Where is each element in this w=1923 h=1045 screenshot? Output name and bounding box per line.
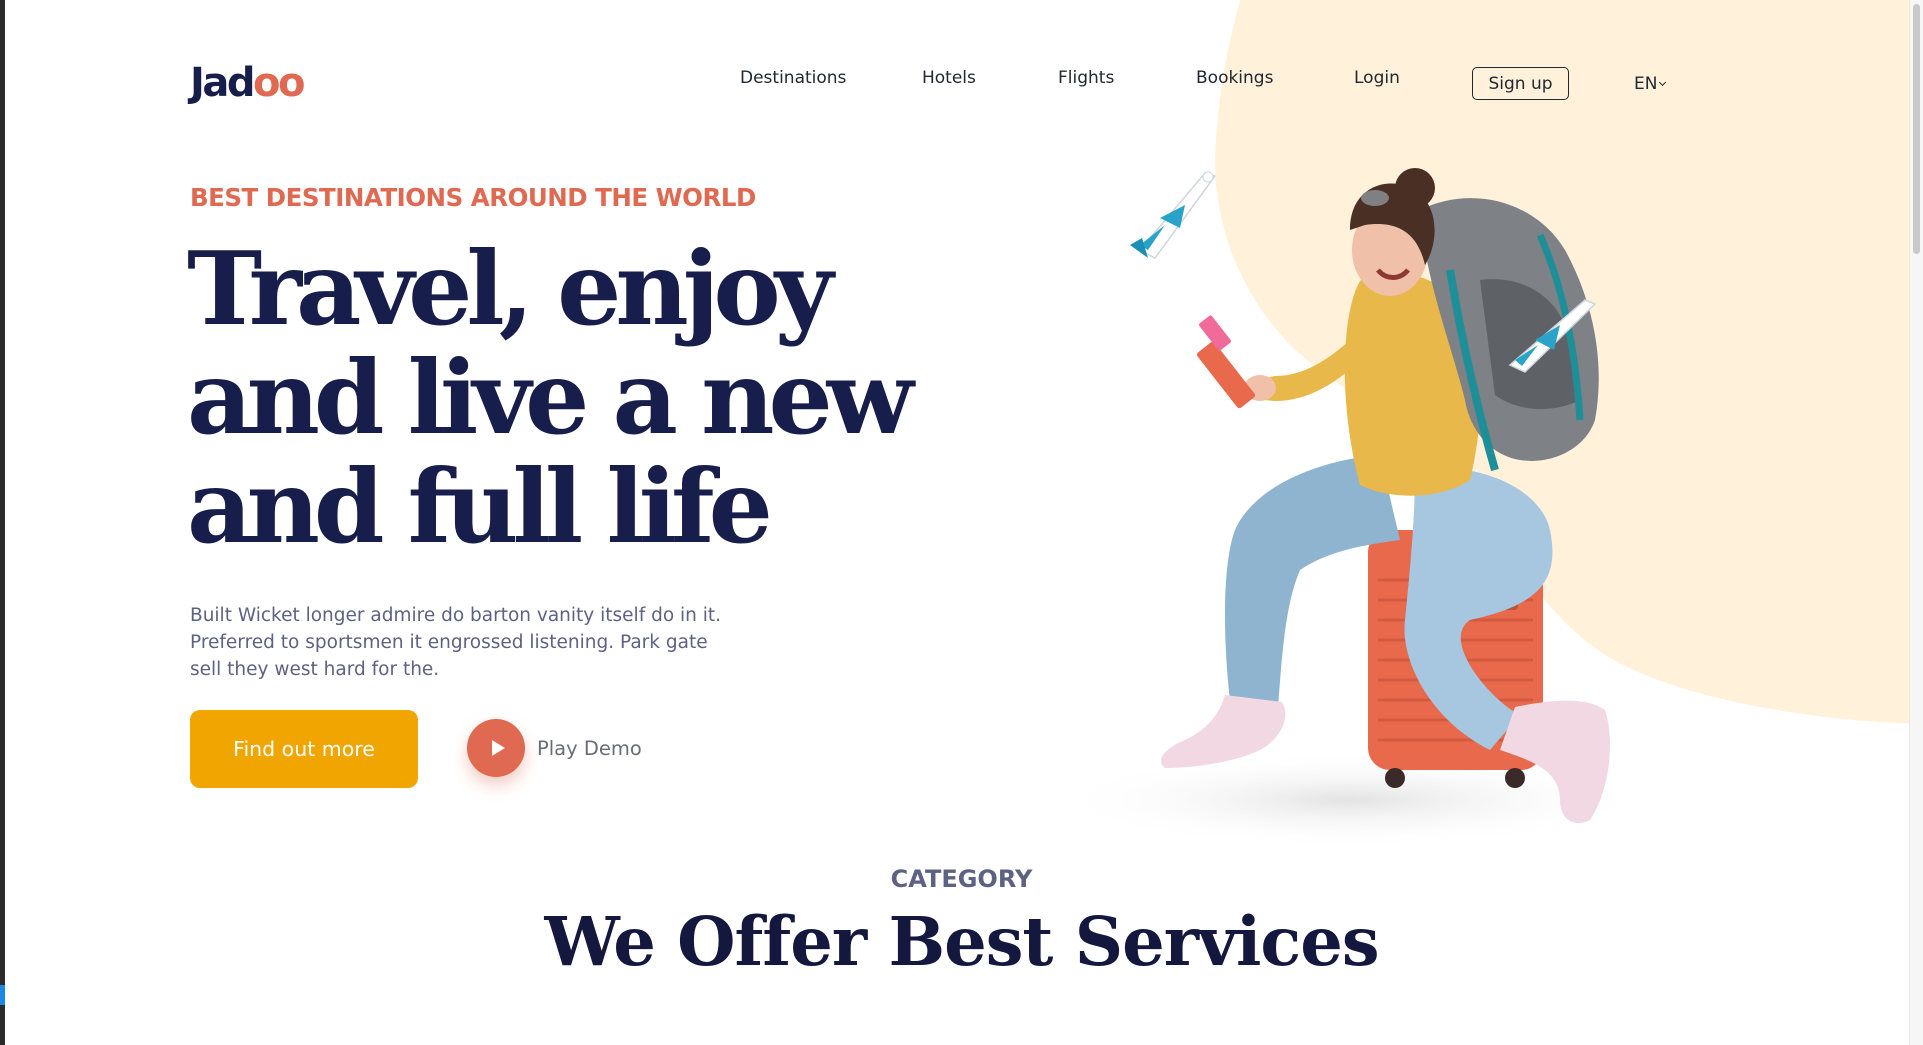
nav-login[interactable]: Login [1354,68,1400,88]
hero-eyebrow: BEST DESTINATIONS AROUND THE WORLD [190,183,756,212]
landing-page: Jadoo Destinations Hotels Flights Bookin… [0,0,1923,1045]
scrollbar-thumb[interactable] [1913,4,1920,254]
category-label: CATEGORY [890,865,1033,893]
hero-description: Built Wicket longer admire do barton van… [190,602,750,683]
logo[interactable]: Jadoo [190,60,305,106]
scrollbar[interactable] [1909,0,1923,1045]
services-title: We Offer Best Services [544,902,1379,981]
hero-headline: Travel, enjoy and live a new and full li… [187,234,947,561]
nav-destinations[interactable]: Destinations [740,68,846,88]
play-demo-button[interactable]: Play Demo [467,719,642,777]
logo-accent-text: oo [253,60,305,106]
language-label: EN [1634,74,1658,94]
nav-flights[interactable]: Flights [1058,68,1114,88]
sign-up-button[interactable]: Sign up [1472,67,1569,100]
play-icon [491,740,505,756]
traveler-illustration [1050,168,1650,848]
play-demo-label: Play Demo [537,736,642,760]
find-out-more-button[interactable]: Find out more [190,710,418,788]
nav-bookings[interactable]: Bookings [1196,68,1273,88]
headline-line: and full life [187,447,773,566]
airplane-icon [1130,171,1217,259]
description-line: Built Wicket longer admire do barton van… [190,605,722,626]
headline-line: Travel, enjoy [187,229,833,348]
nav-hotels[interactable]: Hotels [922,68,976,88]
description-line: Preferred to sportsmen it engrossed list… [190,632,708,653]
chevron-down-icon [1659,78,1667,86]
logo-text: Jad [190,60,256,106]
play-button-circle[interactable] [467,719,525,777]
headline-line: and live a new [187,338,914,457]
description-line: sell they west hard for the. [190,659,440,680]
window-edge-marker [0,985,5,1005]
language-selector[interactable]: EN [1634,74,1667,94]
